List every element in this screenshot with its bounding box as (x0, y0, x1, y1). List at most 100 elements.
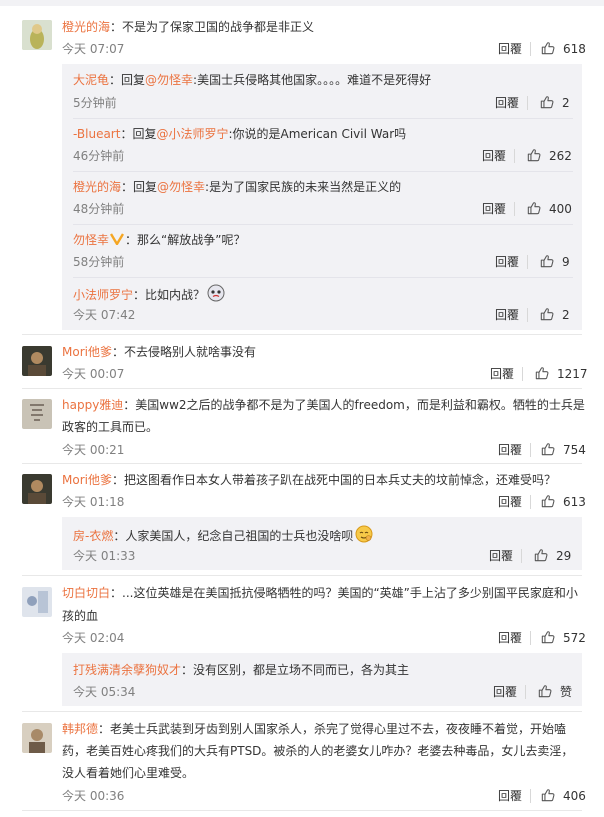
reply-divider (73, 277, 573, 278)
reply-text-line: -Blueart：回复@小法师罗宁:你说的是American Civil War… (73, 125, 406, 143)
like-button[interactable]: 613 (541, 494, 586, 510)
reply-button[interactable]: 回覆 (490, 366, 514, 382)
like-button[interactable]: 29 (534, 548, 571, 564)
divider (514, 149, 515, 163)
comment-text-line: 切白切白：...这位英雄是在美国抵抗侵略牺牲的吗？美国的“英雄”手上沾了多少别国… (62, 584, 578, 602)
like-count: 618 (563, 42, 586, 56)
divider (527, 96, 528, 110)
username-link[interactable]: 橙光的海 (73, 180, 121, 194)
reply-text-line: 勿怪幸 ：那么“解放战争”呢？ (73, 231, 245, 249)
avatar[interactable] (22, 474, 52, 504)
emoji-icon (207, 284, 225, 302)
reply-text-line: 打残满清余孽狗奴才：没有区别，都是立场不同而已，各为其主 (73, 661, 409, 679)
reply-prefix: ：回复 (121, 180, 158, 194)
reply-text-line: 房-衣燃：人家美国人，纪念自己祖国的士兵也没啥呗 (73, 525, 373, 545)
emoji-icon (355, 525, 373, 543)
like-count: 1217 (557, 367, 588, 381)
timestamp: 今天 00:21 (62, 443, 125, 457)
username-link[interactable]: 小法师罗宁 (73, 288, 133, 302)
divider (522, 367, 523, 381)
reply-text: :美国士兵侵略其他国家。。。。难道不是死得好 (193, 73, 432, 87)
divider (525, 685, 526, 699)
reply-button[interactable]: 回覆 (489, 548, 513, 564)
comment-text-continued: 没人看着她们心里难受。 (62, 766, 195, 780)
like-count: 29 (556, 549, 572, 563)
timestamp: 48分钟前 (73, 202, 125, 216)
like-button[interactable]: 1217 (535, 366, 588, 382)
like-count: 613 (563, 495, 586, 509)
reply-button[interactable]: 回覆 (498, 442, 522, 458)
username-link[interactable]: happy雅迪 (62, 398, 123, 412)
reply-divider (73, 118, 573, 119)
like-count: 2 (562, 308, 570, 322)
divider (514, 202, 515, 216)
comment-text-line: Mori他爹：不去侵略别人就啥事没有 (62, 343, 256, 361)
thumbs-up-icon (540, 307, 554, 321)
reply-button[interactable]: 回覆 (495, 307, 519, 323)
top-divider (0, 0, 604, 6)
thumbs-up-icon (541, 494, 555, 508)
like-count: 406 (563, 789, 586, 803)
like-button[interactable]: 2 (540, 307, 570, 323)
username-link[interactable]: 房-衣燃 (73, 529, 113, 543)
timestamp: 今天 05:34 (73, 685, 136, 699)
reply-button[interactable]: 回覆 (495, 254, 519, 270)
reply-button[interactable]: 回覆 (493, 684, 517, 700)
divider (530, 789, 531, 803)
divider (530, 443, 531, 457)
verified-badge-icon (109, 233, 125, 246)
avatar[interactable] (22, 20, 52, 50)
comment-text: ：美国ww2之后的战争都不是为了美国人的freedom，而是利益和霸权。牺牲的士… (123, 398, 585, 412)
username-link[interactable]: 打残满清余孽狗奴才 (73, 663, 181, 677)
username-link[interactable]: 切白切白 (62, 586, 110, 600)
username-link[interactable]: 橙光的海 (62, 20, 110, 34)
avatar[interactable] (22, 723, 52, 753)
timestamp: 今天 01:33 (73, 549, 136, 563)
mention-link[interactable]: @勿怪幸 (145, 73, 193, 87)
mention-link[interactable]: @勿怪幸 (157, 180, 205, 194)
like-count: 262 (549, 149, 572, 163)
comment-text-continued: 孩的血 (62, 609, 99, 623)
reply-button[interactable]: 回覆 (498, 494, 522, 510)
username-link[interactable]: -Blueart (73, 127, 120, 141)
reply-button[interactable]: 回覆 (482, 148, 506, 164)
reply-button[interactable]: 回覆 (495, 95, 519, 111)
comment-divider (22, 334, 582, 335)
username-link[interactable]: 韩邦德 (62, 722, 98, 736)
like-button[interactable]: 2 (540, 95, 570, 111)
like-button[interactable]: 262 (527, 148, 572, 164)
comment-text: ：...这位英雄是在美国抵抗侵略牺牲的吗？美国的“英雄”手上沾了多少别国平民家庭… (110, 586, 578, 600)
thumbs-up-icon (541, 442, 555, 456)
avatar[interactable] (22, 587, 52, 617)
like-button[interactable]: 赞 (538, 684, 572, 700)
comment-divider (22, 575, 582, 576)
username-link[interactable]: 勿怪幸 (73, 233, 109, 247)
reply-text-line: 橙光的海：回复@勿怪幸:是为了国家民族的未来当然是正义的 (73, 178, 401, 196)
thumbs-up-icon (534, 548, 548, 562)
reply-button[interactable]: 回覆 (498, 41, 522, 57)
mention-link[interactable]: @小法师罗宁 (156, 127, 228, 141)
like-button[interactable]: 754 (541, 442, 586, 458)
avatar[interactable] (22, 399, 52, 429)
comment-text-continued: 政客的工具而已。 (62, 420, 159, 434)
reply-button[interactable]: 回覆 (498, 630, 522, 646)
like-button[interactable]: 400 (527, 201, 572, 217)
like-count: 754 (563, 443, 586, 457)
timestamp: 今天 07:07 (62, 42, 125, 56)
username-link[interactable]: Mori他爹 (62, 473, 112, 487)
like-button[interactable]: 406 (541, 788, 586, 804)
thumbs-up-icon (535, 366, 549, 380)
like-button[interactable]: 618 (541, 41, 586, 57)
avatar[interactable] (22, 346, 52, 376)
comment-text-line: 韩邦德：老美士兵武装到牙齿到别人国家杀人，杀完了觉得心里过不去，夜夜睡不着觉，开… (62, 720, 566, 738)
like-button[interactable]: 572 (541, 630, 586, 646)
like-button[interactable]: 9 (540, 254, 570, 270)
username-link[interactable]: Mori他爹 (62, 345, 112, 359)
reply-button[interactable]: 回覆 (498, 788, 522, 804)
timestamp: 今天 00:36 (62, 789, 125, 803)
username-link[interactable]: 大泥龟 (73, 73, 109, 87)
thumbs-up-icon (540, 254, 554, 268)
comment-text-continued: 药，老美百姓心疼我们的大兵有PTSD。被杀的人的老婆女儿咋办？老婆去种毒品，女儿… (62, 744, 574, 758)
reply-button[interactable]: 回覆 (482, 201, 506, 217)
reply-text: ：那么“解放战争”呢？ (125, 233, 246, 247)
